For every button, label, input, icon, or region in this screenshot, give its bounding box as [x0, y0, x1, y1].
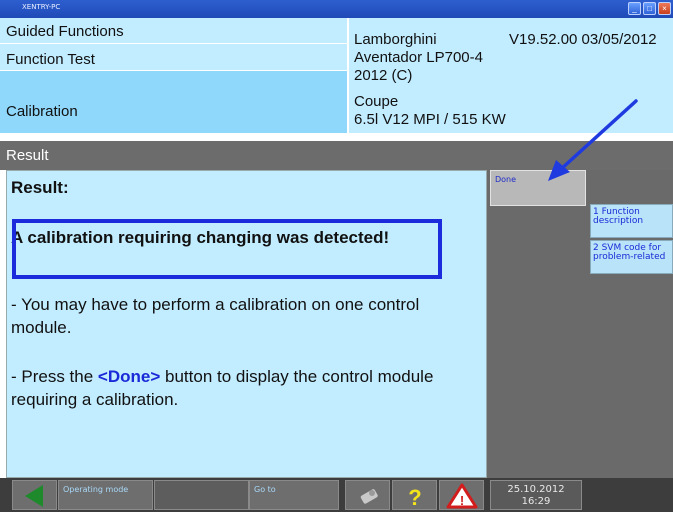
svm-code-button[interactable]: 2 SVM code for problem-related — [590, 240, 673, 274]
operating-mode-label: Operating mode — [63, 485, 129, 494]
result-bar: Result — [0, 141, 673, 170]
software-version: V19.52.00 03/05/2012 — [509, 31, 657, 48]
done-button-label: Done — [495, 175, 517, 184]
minimize-icon[interactable]: _ — [628, 2, 641, 15]
go-to-label: Go to — [254, 485, 276, 494]
vehicle-year: 2012 (C) — [354, 67, 413, 84]
warning-button[interactable]: ! — [439, 480, 484, 510]
date-text: 25.10.2012 — [507, 484, 565, 495]
window-title: XENTRY-PC — [22, 3, 61, 11]
vehicle-body: Coupe — [354, 93, 399, 110]
highlight-box — [12, 219, 442, 279]
go-to-button[interactable]: Go to — [249, 480, 339, 510]
warning-icon: ! — [446, 483, 478, 509]
result-bar-label: Result — [6, 147, 49, 164]
done-button[interactable]: Done — [490, 170, 586, 206]
nav-calibration[interactable]: Calibration — [0, 71, 347, 133]
back-button[interactable] — [12, 480, 57, 510]
nav-calibration-label: Calibration — [6, 103, 78, 120]
operating-mode-button[interactable]: Operating mode — [58, 480, 153, 510]
window-controls: _ □ × — [628, 2, 671, 15]
instruction-done-keyword: <Done> — [97, 367, 161, 386]
vehicle-engine: 6.5l V12 MPI / 515 KW — [354, 111, 506, 128]
navigation-panel: Guided Functions Function Test Calibrati… — [0, 18, 347, 133]
date-time-display: 25.10.2012 16:29 — [490, 480, 582, 510]
nav-function-test-label: Function Test — [6, 51, 95, 68]
vehicle-model: Aventador LP700-4 — [354, 49, 483, 66]
tools-button[interactable] — [345, 480, 390, 510]
svg-text:!: ! — [460, 493, 464, 508]
svg-text:?: ? — [408, 485, 421, 510]
result-heading: Result: — [11, 178, 69, 197]
back-arrow-icon — [25, 485, 43, 507]
help-icon: ? — [408, 485, 421, 510]
time-text: 16:29 — [521, 496, 551, 507]
empty-toolbar-slot — [154, 480, 249, 510]
help-button[interactable]: ? — [392, 480, 437, 510]
instruction-line-2-prefix: - Press the — [11, 367, 98, 386]
close-icon[interactable]: × — [658, 2, 671, 15]
vehicle-make: Lamborghini — [354, 31, 437, 48]
restore-icon[interactable]: □ — [643, 2, 656, 15]
result-content: Result: A calibration requiring changing… — [6, 170, 487, 478]
function-description-button[interactable]: 1 Function description — [590, 204, 673, 238]
tools-icon — [360, 489, 378, 504]
instruction-line-2: - Press the <Done> button to display the… — [11, 365, 471, 411]
vehicle-info-panel: Lamborghini V19.52.00 03/05/2012 Aventad… — [349, 18, 673, 133]
window-title-bar: XENTRY-PC _ □ × — [0, 0, 673, 18]
nav-guided-functions-label: Guided Functions — [6, 23, 124, 40]
nav-guided-functions[interactable]: Guided Functions — [0, 18, 347, 44]
instruction-line-1: - You may have to perform a calibration … — [11, 295, 420, 337]
nav-function-test[interactable]: Function Test — [0, 44, 347, 71]
